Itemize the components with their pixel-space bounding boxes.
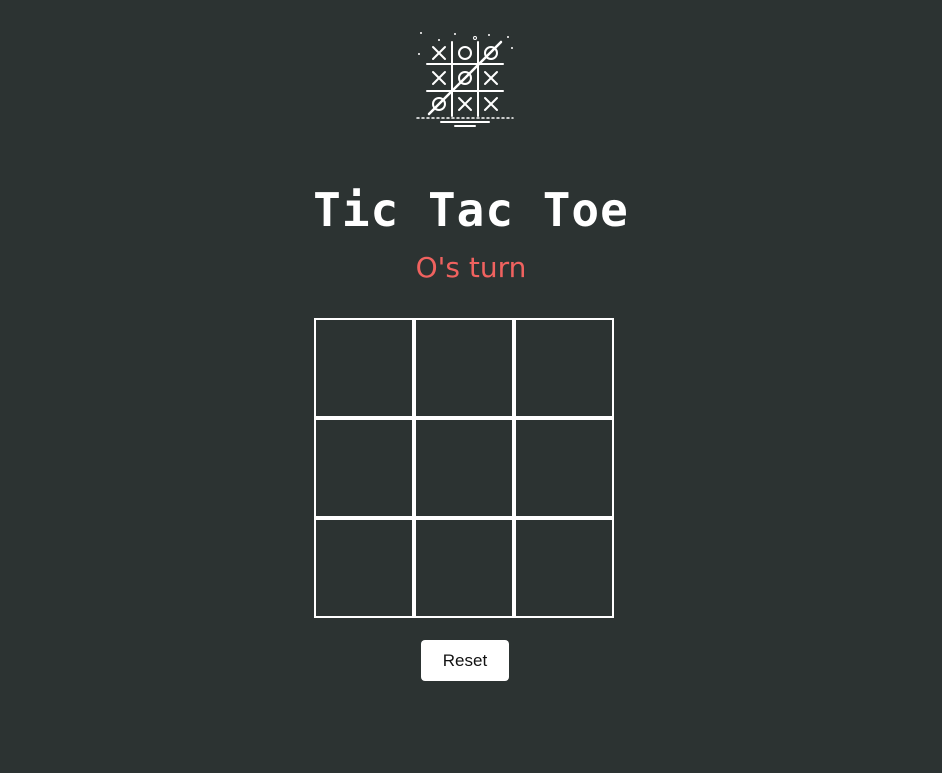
turn-status: O's turn xyxy=(415,251,527,284)
board-cell-3[interactable] xyxy=(514,318,614,418)
reset-button[interactable]: Reset xyxy=(421,640,509,681)
board-cell-2[interactable] xyxy=(414,318,514,418)
game-board xyxy=(314,318,616,620)
board-cell-9[interactable] xyxy=(514,518,614,618)
page-title: Tic Tac Toe xyxy=(313,183,629,237)
board-cell-1[interactable] xyxy=(314,318,414,418)
board-cell-8[interactable] xyxy=(414,518,514,618)
board-cell-4[interactable] xyxy=(314,418,414,518)
tic-tac-toe-logo-icon xyxy=(411,28,519,132)
board-cell-5[interactable] xyxy=(414,418,514,518)
board-cell-6[interactable] xyxy=(514,418,614,518)
board-cell-7[interactable] xyxy=(314,518,414,618)
